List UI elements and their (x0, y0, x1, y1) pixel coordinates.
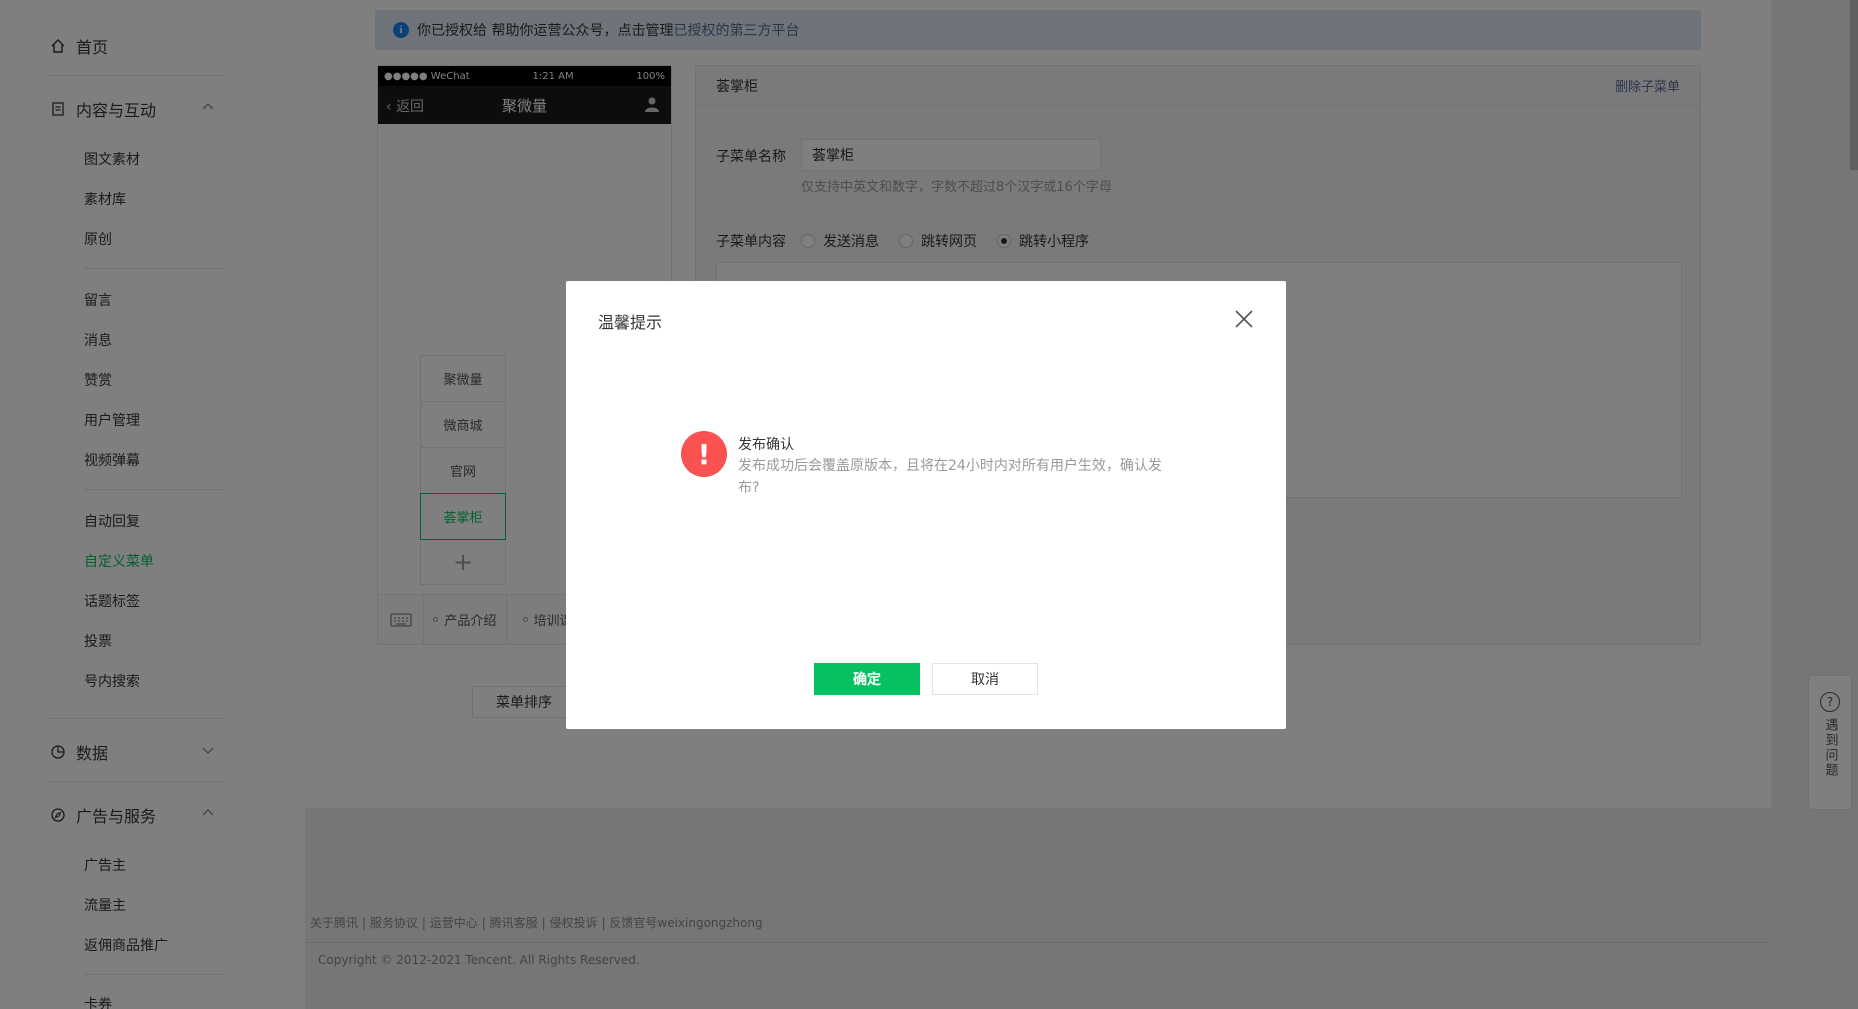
warning-icon: ! (681, 431, 727, 477)
dialog-title: 温馨提示 (598, 313, 663, 332)
cancel-button[interactable]: 取消 (932, 663, 1038, 695)
confirm-button[interactable]: 确定 (814, 663, 920, 695)
confirm-dialog: 温馨提示 ! 发布确认 发布成功后会覆盖原版本，且将在24小时内对所有用户生效，… (566, 281, 1286, 729)
close-icon[interactable] (1232, 307, 1256, 331)
message-description: 发布成功后会覆盖原版本，且将在24小时内对所有用户生效，确认发布? (738, 458, 1162, 496)
message-title: 发布确认 (738, 437, 794, 453)
